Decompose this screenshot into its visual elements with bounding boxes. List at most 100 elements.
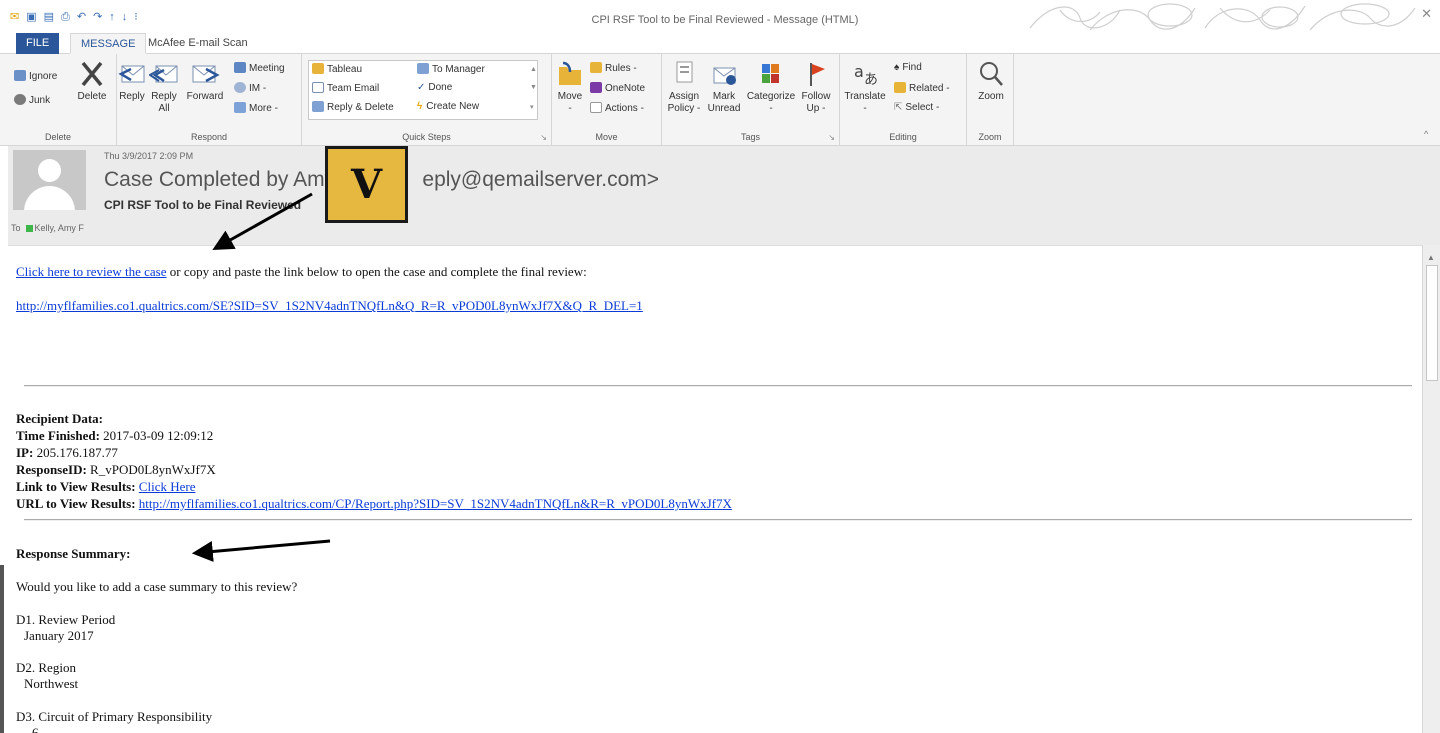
to-label: To [11,223,21,233]
d2-label: D2. Region [16,660,76,675]
select-button[interactable]: ⇱ Select - [894,102,939,114]
forward-button[interactable]: Forward [183,60,227,103]
tab-message[interactable]: MESSAGE [70,33,147,54]
assign-policy-button[interactable]: Assign Policy - [664,60,704,115]
mark-label-1: Mark [712,91,736,102]
onenote-label: OneNote [605,83,646,94]
categorize-button[interactable]: Categorize - [744,60,798,115]
response-summary-heading: Response Summary: [16,546,131,561]
move-button[interactable]: Move - [552,60,588,115]
zoom-button[interactable]: Zoom [971,60,1011,103]
mark-unread-button[interactable]: Mark Unread [704,60,744,115]
divider [24,385,1412,387]
quickstep-team-email[interactable]: Team Email [312,82,379,95]
quickstep-reply-delete[interactable]: Reply & Delete [312,101,394,114]
editing-group-label: Editing [889,132,917,142]
rules-button[interactable]: Rules - [590,62,637,75]
mark-label-2: Unread [707,103,741,114]
quickstep-to-manager[interactable]: To Manager [417,63,485,76]
close-icon[interactable]: ✕ [1421,6,1432,22]
time-finished-value: 2017-03-09 12:09:12 [99,428,214,443]
onenote-button[interactable]: OneNote [590,82,645,95]
rules-label: Rules [605,63,631,74]
tags-launcher-icon[interactable]: ↘ [828,133,835,142]
ribbon-tabs: FILE MESSAGE McAfee E-mail Scan [0,33,1440,54]
translate-button[interactable]: aあ Translate - [842,60,888,115]
junk-label: Junk [29,95,51,106]
editing-group: aあ Translate - ♠ Find Related - ⇱ Select -… [840,54,967,146]
reply-button[interactable]: Reply [117,60,147,103]
translate-icon: aあ [854,62,878,88]
forward-label: Forward [186,91,224,102]
d1-label: D1. Review Period [16,612,116,627]
undo-icon[interactable]: ↶ [77,11,86,23]
tab-mcafee-email-scan[interactable]: McAfee E-mail Scan [138,33,258,54]
review-case-link[interactable]: Click here to review the case [16,264,167,279]
print-icon[interactable]: ⎙ [61,11,70,23]
zoom-group: Zoom Zoom [967,54,1014,146]
im-button[interactable]: IM - [234,82,266,95]
move-dropdown-icon: - [568,103,572,114]
gallery-scroll-down-icon[interactable]: ▼ [530,82,537,94]
related-icon [894,82,906,93]
sent-date: Thu 3/9/2017 2:09 PM [104,151,194,161]
meeting-button[interactable]: Meeting [234,62,285,75]
customize-icon[interactable]: ⁝ [134,11,138,23]
gallery-expand-icon[interactable]: ▾ [530,102,534,114]
select-label: Select [905,102,934,113]
time-finished-row: Time Finished: 2017-03-09 12:09:12 [16,428,213,444]
actions-label: Actions [605,103,638,114]
delete-group: Ignore Junk Delete Delete [0,54,117,146]
delete-label: Delete [77,91,107,102]
recipient-name[interactable]: Kelly, Amy F [35,223,84,233]
reply-all-label-1: Reply [151,91,177,102]
follow-label-2: Up [806,103,820,114]
results-url-link[interactable]: http://myflfamilies.co1.qualtrics.com/CP… [139,496,732,511]
vertical-scrollbar[interactable]: ▲ [1422,245,1440,733]
scrollbar-thumb[interactable] [1426,265,1438,381]
decorative-swirl-pattern [1029,3,1416,31]
view-results-row: Link to View Results: Click Here [16,479,195,495]
divider [24,519,1412,521]
junk-button[interactable]: Junk [14,94,50,107]
ignore-button[interactable]: Ignore [14,70,57,83]
collapse-ribbon-icon[interactable]: ^ [1424,128,1428,140]
scroll-up-icon[interactable]: ▲ [1427,253,1435,262]
delete-x-icon [81,61,103,87]
tags-group-label: Tags [740,132,760,142]
redo-icon[interactable]: ↷ [93,11,102,23]
recipient-data-heading: Recipient Data: [16,411,104,426]
quickstep-create-new[interactable]: ϟ Create New [417,101,479,113]
tab-file[interactable]: FILE [16,33,60,54]
reply-icon [118,65,145,83]
rules-icon [590,62,602,73]
delete-button[interactable]: Delete [72,60,112,103]
survey-url-link[interactable]: http://myflfamilies.co1.qualtrics.com/SE… [16,298,643,313]
follow-up-button[interactable]: Follow Up - [798,60,834,115]
review-instruction-text: or copy and paste the link below to open… [166,264,587,279]
team-email-label: Team Email [327,83,380,94]
actions-button[interactable]: Actions - [590,102,644,115]
window-title: CPI RSF Tool to be Final Reviewed - Mess… [591,14,859,26]
down-arrow-icon[interactable]: ↓ [122,11,128,23]
more-button[interactable]: More - [234,102,278,115]
gallery-scroll-up-icon[interactable]: ▲ [530,64,537,76]
view-results-link[interactable]: Click Here [139,479,196,494]
save-all-icon[interactable]: ▤ [44,11,54,23]
up-arrow-icon[interactable]: ↑ [109,11,115,23]
related-button[interactable]: Related - [894,82,950,95]
dialog-launcher-icon[interactable]: ↘ [540,133,547,142]
quick-steps-group: Tableau Team Email Reply & Delete To Man… [302,54,552,146]
reply-all-button[interactable]: Reply All [147,60,181,115]
find-button[interactable]: ♠ Find [894,62,922,74]
d3-label: D3. Circuit of Primary Responsibility [16,709,213,724]
more-label: More [249,103,272,114]
v-badge: V [325,146,408,223]
quickstep-tableau[interactable]: Tableau [312,63,362,76]
quickstep-done[interactable]: ✓ Done [417,82,452,94]
save-icon[interactable]: ▣ [26,11,36,23]
sender-name: Case Completed by Amy T [104,168,354,191]
results-url-label: URL to View Results: [16,496,136,511]
response-id-label: ResponseID: [16,462,87,477]
d1-value: January 2017 [24,628,94,643]
